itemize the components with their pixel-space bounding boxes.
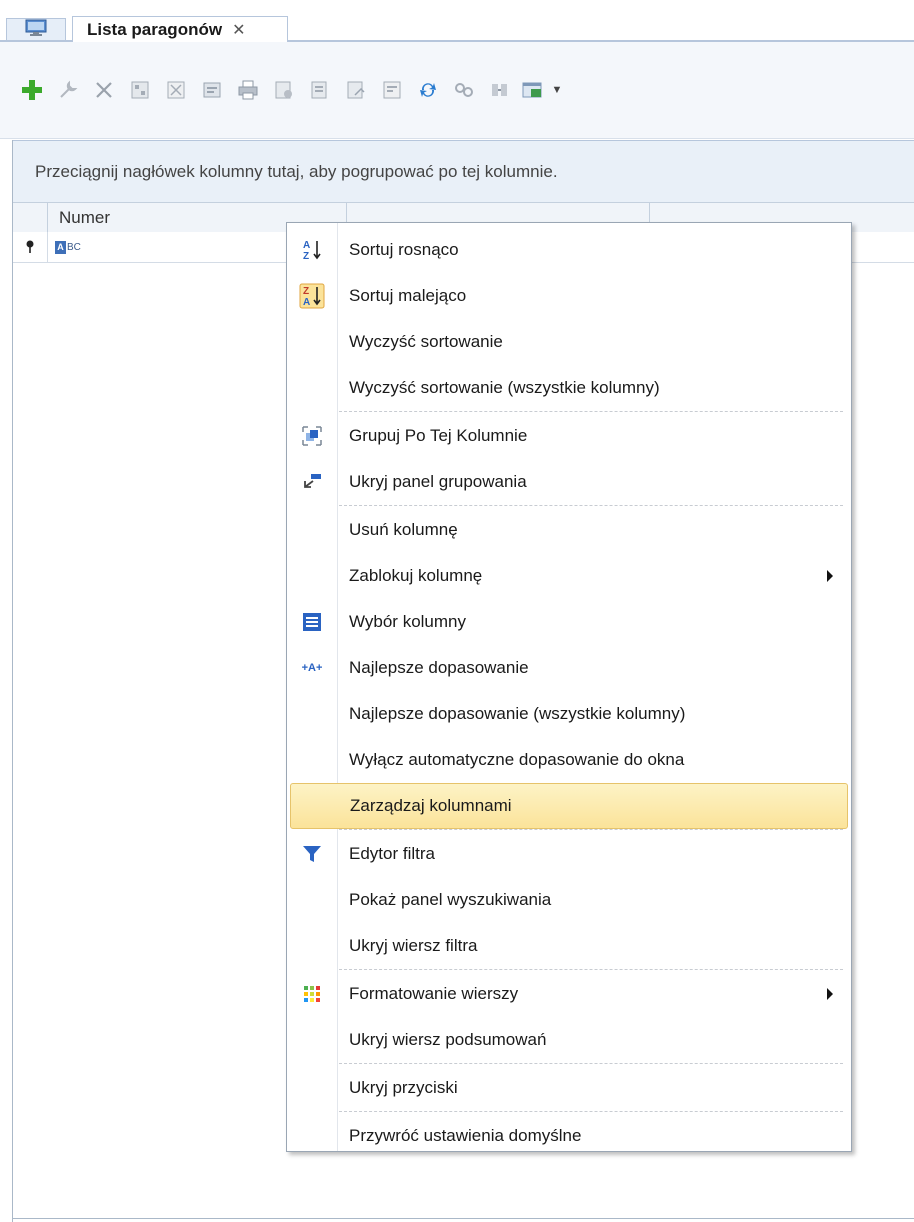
sort-ascending-icon: AZ <box>287 227 337 273</box>
menu-item-label: Wyczyść sortowanie <box>349 332 503 351</box>
menu-item-sort-descending[interactable]: ZA Sortuj malejąco <box>287 273 851 319</box>
text-filter-icon: A BC <box>55 240 81 254</box>
menu-item-hide-buttons[interactable]: Ukryj przyciski <box>287 1065 851 1111</box>
add-icon[interactable] <box>14 76 50 104</box>
print-icon[interactable] <box>230 76 266 104</box>
menu-item-row-formatting[interactable]: Formatowanie wierszy <box>287 971 851 1017</box>
cancel-doc-icon[interactable] <box>158 76 194 104</box>
menu-item-label: Formatowanie wierszy <box>349 984 519 1003</box>
menu-item-label: Sortuj malejąco <box>349 286 467 305</box>
refresh-icon[interactable] <box>410 76 446 104</box>
menu-item-label: Usuń kolumnę <box>349 520 458 539</box>
submenu-arrow-icon <box>827 988 833 1000</box>
settings-doc-icon[interactable] <box>266 76 302 104</box>
menu-item-best-fit-all[interactable]: Najlepsze dopasowanie (wszystkie kolumny… <box>287 691 851 737</box>
excel-export-icon[interactable] <box>518 76 548 104</box>
wrench-icon[interactable] <box>50 76 86 104</box>
menu-item-group-by-column[interactable]: Grupuj Po Tej Kolumnie <box>287 413 851 459</box>
monitor-icon <box>25 19 47 42</box>
menu-item-label: Wyłącz automatyczne dopasowanie do okna <box>349 750 685 769</box>
svg-text:A: A <box>303 240 310 251</box>
menu-item-hide-group-panel[interactable]: Ukryj panel grupowania <box>287 459 851 505</box>
filter-icon <box>287 831 337 877</box>
dropdown-arrow-icon[interactable]: ▼ <box>548 76 566 104</box>
tab-label: Lista paragonów <box>87 19 223 39</box>
conditional-format-icon <box>287 971 337 1017</box>
menu-item-label: Zablokuj kolumnę <box>349 566 483 585</box>
export-doc-icon[interactable] <box>302 76 338 104</box>
link-icon[interactable] <box>446 76 482 104</box>
menu-item-label: Grupuj Po Tej Kolumnie <box>349 426 528 445</box>
menu-item-label: Najlepsze dopasowanie (wszystkie kolumny… <box>349 704 686 723</box>
menu-item-label: Edytor filtra <box>349 844 435 863</box>
menu-item-hide-summary-row[interactable]: Ukryj wiersz podsumowań <box>287 1017 851 1063</box>
menu-item-manage-columns[interactable]: Zarządzaj kolumnami <box>290 783 848 829</box>
menu-item-show-search-panel[interactable]: Pokaż panel wyszukiwania <box>287 877 851 923</box>
preview-icon[interactable] <box>194 76 230 104</box>
menu-item-hide-filter-row[interactable]: Ukryj wiersz filtra <box>287 923 851 969</box>
menu-item-label: Ukryj wiersz podsumowań <box>349 1030 547 1049</box>
grid-bottom-border <box>12 1218 914 1219</box>
menu-item-label: Najlepsze dopasowanie <box>349 658 529 677</box>
transfer-icon[interactable] <box>482 76 518 104</box>
menu-item-label: Zarządzaj kolumnami <box>350 796 512 815</box>
close-icon[interactable]: ✕ <box>232 20 245 40</box>
menu-item-sort-ascending[interactable]: AZ Sortuj rosnąco <box>287 227 851 273</box>
menu-item-label: Ukryj przyciski <box>349 1078 458 1097</box>
import-doc-icon[interactable] <box>338 76 374 104</box>
menu-item-label: Wybór kolumny <box>349 612 466 631</box>
menu-item-restore-defaults[interactable]: Przywróć ustawienia domyślne <box>287 1113 851 1159</box>
menu-item-best-fit[interactable]: +A+ Najlepsze dopasowanie <box>287 645 851 691</box>
menu-item-clear-sorting[interactable]: Wyczyść sortowanie <box>287 319 851 365</box>
svg-text:Z: Z <box>303 286 309 297</box>
group-panel-icon <box>287 459 337 505</box>
svg-text:Z: Z <box>303 251 309 262</box>
group-by-hint: Przeciągnij nagłówek kolumny tutaj, aby … <box>35 161 558 181</box>
svg-text:A: A <box>303 297 310 308</box>
menu-item-freeze-column[interactable]: Zablokuj kolumnę <box>287 553 851 599</box>
menu-item-label: Sortuj rosnąco <box>349 240 459 259</box>
menu-item-label: Ukryj wiersz filtra <box>349 936 478 955</box>
menu-item-filter-editor[interactable]: Edytor filtra <box>287 831 851 877</box>
menu-item-label: Wyczyść sortowanie (wszystkie kolumny) <box>349 378 660 397</box>
menu-item-column-chooser[interactable]: Wybór kolumny <box>287 599 851 645</box>
group-by-panel[interactable]: Przeciągnij nagłówek kolumny tutaj, aby … <box>13 140 914 202</box>
menu-item-label: Przywróć ustawienia domyślne <box>349 1126 582 1145</box>
document-tab-bar: Lista paragonów ✕ <box>0 0 914 42</box>
pin-icon <box>13 232 48 262</box>
menu-item-remove-column[interactable]: Usuń kolumnę <box>287 507 851 553</box>
column-header-label: Numer <box>59 208 111 227</box>
menu-item-disable-auto-fit[interactable]: Wyłącz automatyczne dopasowanie do okna <box>287 737 851 783</box>
best-fit-icon: +A+ <box>301 662 323 674</box>
group-by-column-icon <box>287 413 337 459</box>
calc-icon[interactable] <box>122 76 158 104</box>
submenu-arrow-icon <box>827 570 833 582</box>
tab-home[interactable] <box>6 18 66 41</box>
sort-descending-icon: ZA <box>287 273 337 319</box>
column-context-menu: AZ Sortuj rosnąco ZA Sortuj malejąco Wyc… <box>286 222 852 1152</box>
menu-item-label: Pokaż panel wyszukiwania <box>349 890 552 909</box>
column-chooser-icon <box>287 599 337 645</box>
toolbar: ▼ <box>0 42 914 139</box>
delete-icon[interactable] <box>86 76 122 104</box>
menu-item-label: Ukryj panel grupowania <box>349 472 527 491</box>
menu-item-clear-sorting-all[interactable]: Wyczyść sortowanie (wszystkie kolumny) <box>287 365 851 411</box>
edit-doc-icon[interactable] <box>374 76 410 104</box>
row-indicator-header <box>13 203 48 233</box>
tab-lista-paragonow[interactable]: Lista paragonów ✕ <box>72 16 288 42</box>
